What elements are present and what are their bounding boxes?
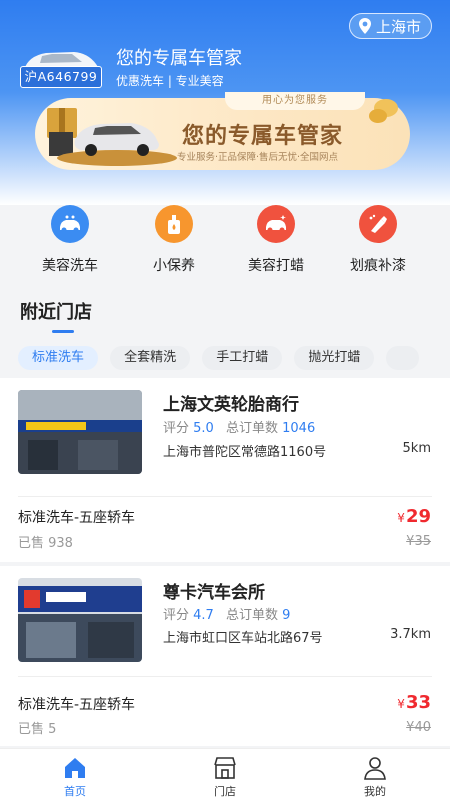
chip-polish-wax[interactable]: 抛光打蜡 — [294, 346, 375, 370]
service-waxing[interactable]: 美容打蜡 — [226, 205, 326, 275]
banner-tagline: 用心为您服务 — [225, 92, 365, 110]
service-car-wash[interactable]: 美容洗车 — [20, 205, 120, 275]
promo-banner[interactable]: 用心为您服务 您的专属车管家 专业服务·正品保障·售后无忧·全国网点 — [35, 92, 410, 172]
tab-stores[interactable]: 门店 — [175, 755, 275, 799]
tab-label: 门店 — [214, 785, 236, 798]
oil-bottle-icon — [155, 205, 193, 243]
banner-subtitle: 专业服务·正品保障·售后无忧·全国网点 — [177, 152, 339, 163]
city-selector[interactable]: 上海市 — [348, 13, 432, 39]
sold-count: 已售 5 — [18, 722, 57, 737]
store-name: 上海文英轮胎商行 — [163, 395, 299, 415]
rating-label: 评分 — [163, 421, 190, 436]
store-distance: 5km — [402, 441, 431, 456]
divider — [18, 676, 432, 677]
service-price: ¥33 — [397, 692, 431, 713]
store-stats: 评分 4.7 总订单数 9 — [163, 604, 298, 623]
store-name: 尊卡汽车会所 — [163, 583, 265, 603]
store-photo — [18, 578, 142, 662]
bottom-tab-bar: 首页 门店 我的 — [0, 748, 450, 800]
service-maintenance[interactable]: 小保养 — [124, 205, 224, 275]
header: 上海市 沪A646799 您的专属车管家 优惠洗车 | 专业美容 用心为您服务 … — [0, 0, 450, 205]
store-photo — [18, 390, 142, 474]
chip-full-wash[interactable]: 全套精洗 — [110, 346, 191, 370]
service-label: 美容打蜡 — [248, 258, 304, 274]
nearby-stores-title: 附近门店 — [20, 302, 92, 323]
store-stats: 评分 5.0 总订单数 1046 — [163, 417, 323, 436]
orders-value: 9 — [282, 608, 291, 623]
service-label: 划痕补漆 — [350, 258, 406, 274]
price-value: 29 — [405, 506, 431, 527]
car-wax-icon — [257, 205, 295, 243]
store-address: 上海市虹口区车站北路67号 — [163, 631, 323, 646]
service-label: 美容洗车 — [42, 258, 98, 274]
tab-mine[interactable]: 我的 — [325, 755, 425, 799]
store-icon — [214, 757, 236, 779]
chip-hand-wax[interactable]: 手工打蜡 — [202, 346, 283, 370]
store-card[interactable]: 尊卡汽车会所 评分 4.7 总订单数 9 上海市虹口区车站北路67号 3.7km… — [0, 566, 450, 746]
rating-value: 4.7 — [193, 608, 214, 623]
store-distance: 3.7km — [390, 627, 431, 642]
rating-label: 评分 — [163, 608, 190, 623]
user-icon — [364, 757, 386, 780]
service-price: ¥29 — [397, 506, 431, 527]
sold-count: 已售 938 — [18, 536, 73, 551]
title-underline — [52, 330, 74, 333]
store-card[interactable]: 上海文英轮胎商行 评分 5.0 总订单数 1046 上海市普陀区常德路1160号… — [0, 378, 450, 562]
tab-home[interactable]: 首页 — [25, 755, 125, 799]
rating-value: 5.0 — [193, 421, 214, 436]
coins-icon — [369, 99, 398, 123]
original-price: ¥35 — [406, 534, 431, 549]
service-item-name: 标准洗车-五座轿车 — [18, 697, 136, 713]
tab-label: 我的 — [364, 785, 386, 798]
gift-car-illustration — [47, 108, 177, 166]
price-value: 33 — [405, 692, 431, 713]
home-icon — [65, 758, 85, 778]
license-plate[interactable]: 沪A646799 — [20, 66, 102, 88]
city-label: 上海市 — [375, 17, 421, 36]
service-label: 小保养 — [153, 258, 195, 274]
currency-symbol: ¥ — [397, 511, 405, 525]
orders-label: 总订单数 — [225, 608, 278, 623]
chip-more[interactable] — [386, 346, 419, 370]
chip-standard-wash[interactable]: 标准洗车 — [18, 346, 99, 370]
orders-value: 1046 — [282, 421, 316, 436]
divider — [18, 496, 432, 497]
header-subtitle: 优惠洗车 | 专业美容 — [116, 74, 224, 88]
original-price: ¥40 — [406, 720, 431, 735]
header-title: 您的专属车管家 — [116, 48, 242, 69]
currency-symbol: ¥ — [397, 697, 405, 711]
banner-title: 您的专属车管家 — [182, 124, 344, 149]
spray-paint-icon — [359, 205, 397, 243]
store-address: 上海市普陀区常德路1160号 — [163, 445, 327, 460]
orders-label: 总订单数 — [225, 421, 278, 436]
service-paint-repair[interactable]: 划痕补漆 — [328, 205, 428, 275]
car-wash-icon — [51, 205, 89, 243]
location-pin-icon — [358, 18, 371, 34]
tab-label: 首页 — [64, 785, 86, 798]
filter-chips: 标准洗车 全套精洗 手工打蜡 抛光打蜡 — [18, 346, 450, 372]
service-grid: 美容洗车 小保养 美容打蜡 划痕补漆 — [0, 205, 450, 275]
service-item-name: 标准洗车-五座轿车 — [18, 510, 136, 526]
